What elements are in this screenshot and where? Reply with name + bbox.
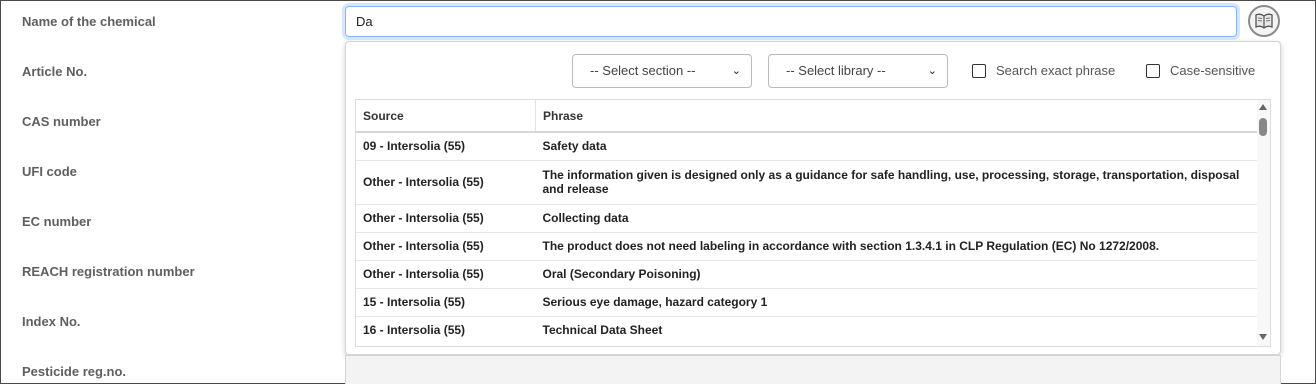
label-cas-number: CAS number bbox=[22, 114, 101, 129]
row-phrase: Safety data bbox=[535, 131, 1259, 160]
section-select[interactable]: -- Select section -- ⌄ bbox=[572, 54, 752, 88]
exact-phrase-checkbox[interactable] bbox=[972, 63, 986, 78]
chevron-down-icon: ⌄ bbox=[927, 65, 937, 77]
table-row[interactable]: Other - Intersolia (55) Collecting data bbox=[356, 203, 1259, 232]
case-sensitive-option[interactable]: Case-sensitive bbox=[1146, 63, 1255, 78]
table-row[interactable]: Other - Intersolia (55) The product does… bbox=[356, 231, 1259, 260]
row-phrase: The product does not need labeling in ac… bbox=[535, 231, 1259, 260]
row-source: 15 - Intersolia (55) bbox=[356, 287, 536, 316]
label-pesticide-reg-no: Pesticide reg.no. bbox=[22, 364, 127, 379]
chemical-name-input[interactable]: Da bbox=[345, 6, 1237, 37]
column-header-source: Source bbox=[356, 100, 536, 133]
library-select[interactable]: -- Select library -- ⌄ bbox=[768, 54, 948, 88]
row-phrase: The information given is designed only a… bbox=[535, 159, 1259, 204]
row-source: Other - Intersolia (55) bbox=[356, 159, 536, 204]
section-select-value: -- Select section -- bbox=[590, 63, 696, 78]
phrase-suggestion-dropdown: -- Select section -- ⌄ -- Select library… bbox=[345, 41, 1281, 355]
label-ufi-code: UFI code bbox=[22, 164, 77, 179]
exact-phrase-option[interactable]: Search exact phrase bbox=[972, 63, 1115, 78]
label-article-no: Article No. bbox=[22, 64, 88, 79]
label-reach-registration-number: REACH registration number bbox=[22, 264, 195, 279]
row-source: Other - Intersolia (55) bbox=[356, 259, 536, 288]
case-sensitive-label: Case-sensitive bbox=[1170, 63, 1256, 78]
table-row[interactable]: 16 - Intersolia (55) Technical Data Shee… bbox=[356, 315, 1259, 344]
row-source: Other - Intersolia (55) bbox=[356, 203, 536, 232]
table-row[interactable]: 09 - Intersolia (55) Safety data bbox=[356, 131, 1259, 160]
table-row[interactable]: 15 - Intersolia (55) Serious eye damage,… bbox=[356, 287, 1259, 316]
label-ec-number: EC number bbox=[22, 214, 92, 229]
row-phrase: Technical Data Sheet bbox=[535, 315, 1259, 344]
exact-phrase-label: Search exact phrase bbox=[996, 63, 1116, 78]
row-source: 16 - Intersolia (55) bbox=[356, 315, 536, 344]
row-phrase: Oral (Secondary Poisoning) bbox=[535, 259, 1259, 288]
chevron-down-icon: ⌄ bbox=[731, 65, 741, 77]
case-sensitive-checkbox[interactable] bbox=[1146, 63, 1160, 78]
row-phrase: Collecting data bbox=[535, 203, 1259, 232]
book-icon bbox=[1255, 13, 1273, 29]
label-name-of-chemical: Name of the chemical bbox=[22, 14, 156, 29]
table-scrollbar[interactable] bbox=[1257, 100, 1270, 346]
scrollbar-thumb[interactable] bbox=[1259, 118, 1267, 136]
library-select-value: -- Select library -- bbox=[786, 63, 886, 78]
row-source: Other - Intersolia (55) bbox=[356, 231, 536, 260]
row-phrase: Serious eye damage, hazard category 1 bbox=[535, 287, 1259, 316]
phrase-table: Source Phrase 09 - Intersolia (55) Safet… bbox=[355, 99, 1271, 347]
label-index-no: Index No. bbox=[22, 314, 81, 329]
table-row[interactable]: Other - Intersolia (55) The information … bbox=[356, 159, 1259, 204]
scroll-down-arrow-icon[interactable] bbox=[1259, 334, 1267, 340]
column-header-phrase: Phrase bbox=[535, 100, 1259, 133]
row-source: 09 - Intersolia (55) bbox=[356, 131, 536, 160]
phrase-library-button[interactable] bbox=[1248, 5, 1280, 37]
pesticide-reg-no-input[interactable] bbox=[345, 355, 1281, 384]
scroll-up-arrow-icon[interactable] bbox=[1259, 104, 1267, 110]
table-row[interactable]: Other - Intersolia (55) Oral (Secondary … bbox=[356, 259, 1259, 288]
